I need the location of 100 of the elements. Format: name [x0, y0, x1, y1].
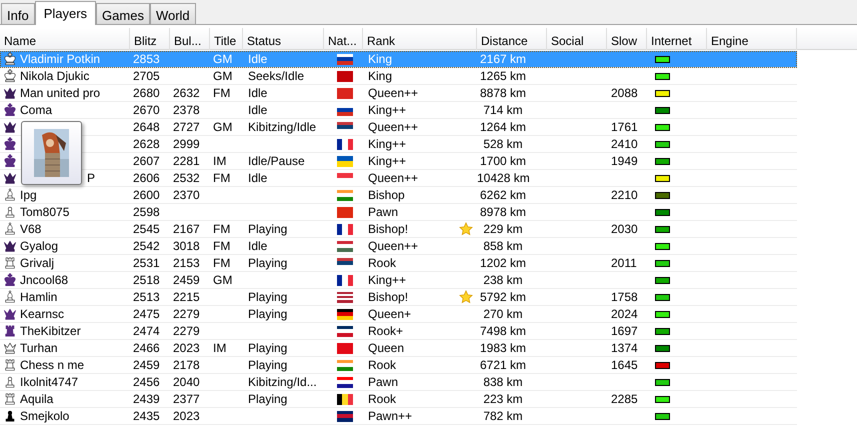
- distance: 1983 km: [480, 341, 526, 355]
- distance: 8978 km: [480, 205, 526, 219]
- distance: 1202 km: [480, 256, 526, 270]
- blitz-rating: 2474: [133, 324, 160, 338]
- player-row[interactable]: Hamlin 2513 2215 Playing Bishop! 5792 km 1758: [0, 289, 797, 306]
- player-name: Grivalj: [20, 256, 54, 270]
- column-header[interactable]: Social: [547, 28, 607, 50]
- column-header[interactable]: Slow: [607, 28, 647, 50]
- player-name: Aquila: [20, 392, 54, 406]
- distance: 270 km: [483, 307, 523, 321]
- player-status: Playing: [248, 307, 288, 321]
- tab[interactable]: Games: [96, 3, 150, 24]
- column-header[interactable]: Blitz: [130, 28, 170, 50]
- player-rank: King++: [368, 137, 406, 151]
- player-row[interactable]: Kearnsc 2475 2279 Playing Queen+ 270 km 2024: [0, 306, 797, 323]
- slow-rating: 1761: [611, 120, 638, 134]
- blitz-rating: 2439: [133, 392, 160, 406]
- player-row[interactable]: Gyalog 2542 3018 FM Idle Queen++ 858 km: [0, 238, 797, 255]
- player-row[interactable]: Ipg 2600 2370 Bishop 6262 km 2210: [0, 187, 797, 204]
- player-row[interactable]: Coma 2670 2378 Idle King++ 714 km: [0, 102, 797, 119]
- slow-rating: 1758: [611, 290, 638, 304]
- blitz-rating: 2670: [133, 103, 160, 117]
- player-name: Vladimir Potkin: [20, 52, 100, 66]
- player-row[interactable]: Turhan 2466 2023 IM Playing Queen 1983 km 1374: [0, 340, 797, 357]
- bullet-rating: 2023: [173, 409, 200, 423]
- slow-rating: 1374: [611, 341, 638, 355]
- player-name: Tom8075: [20, 205, 70, 219]
- player-status: Idle: [248, 86, 268, 100]
- column-header[interactable]: Internet: [647, 28, 707, 50]
- player-status: Idle: [248, 239, 268, 253]
- flag-icon: [337, 410, 353, 422]
- player-row[interactable]: Nikola Djukic 2705 GM Seeks/Idle King 1265 km: [0, 68, 797, 85]
- bullet-rating: 2377: [173, 392, 200, 406]
- bullet-rating: 2632: [173, 86, 200, 100]
- column-header[interactable]: Nat...: [324, 28, 363, 50]
- distance: 1265 km: [480, 69, 526, 83]
- player-name: Smejkolo: [20, 409, 70, 423]
- player-row[interactable]: Aquila 2439 2377 Playing Rook 223 km 2285: [0, 391, 797, 408]
- player-title: FM: [213, 222, 230, 236]
- column-header[interactable]: Name: [0, 28, 130, 50]
- player-row[interactable]: Jncool68 2518 2459 GM King++ 238 km: [0, 272, 797, 289]
- column-header[interactable]: Distance: [477, 28, 547, 50]
- player-name: Hamlin: [20, 290, 58, 304]
- player-rank: King: [368, 52, 392, 66]
- tab[interactable]: Info: [1, 3, 35, 24]
- blitz-rating: 2607: [133, 154, 160, 168]
- player-row[interactable]: TheKibitzer 2474 2279 Rook+ 7498 km 1697: [0, 323, 797, 340]
- blitz-rating: 2648: [133, 120, 160, 134]
- flag-icon: [337, 376, 353, 388]
- player-row[interactable]: Grivalj 2531 2153 FM Playing Rook 1202 km 2011: [0, 255, 797, 272]
- player-name: Coma: [20, 103, 52, 117]
- player-status: Idle/Pause: [248, 154, 305, 168]
- column-header[interactable]: Status: [243, 28, 324, 50]
- blitz-rating: 2459: [133, 358, 160, 372]
- player-rank: King++: [368, 273, 406, 287]
- player-rank: Rook: [368, 358, 396, 372]
- flag-icon: [337, 156, 353, 166]
- column-header[interactable]: Rank: [363, 28, 477, 50]
- player-row[interactable]: V68 2545 2167 FM Playing Bishop! 229 km 2030: [0, 221, 797, 238]
- flag-icon: [337, 292, 353, 302]
- distance: 7498 km: [480, 324, 526, 338]
- player-name: Man united pro: [20, 86, 100, 100]
- tab[interactable]: Players: [34, 1, 96, 25]
- player-row[interactable]: Tom8075 2598 Pawn 8978 km: [0, 204, 797, 221]
- flag-icon: [337, 54, 353, 64]
- blitz-rating: 2598: [133, 205, 160, 219]
- player-row[interactable]: Smejkolo 2435 2023 Pawn++ 782 km: [0, 408, 797, 425]
- flag-icon: [337, 190, 353, 200]
- bullet-rating: 2370: [173, 188, 200, 202]
- bullet-rating: 2178: [173, 358, 200, 372]
- slow-rating: 2210: [611, 188, 638, 202]
- blitz-rating: 2853: [133, 52, 160, 66]
- blitz-rating: 2600: [133, 188, 160, 202]
- player-row[interactable]: Man united pro 2680 2632 FM Idle Queen++ 8878 km 2088: [0, 85, 797, 102]
- player-status: Playing: [248, 358, 288, 372]
- player-name: Kearnsc: [20, 307, 64, 321]
- player-status: Idle: [248, 52, 268, 66]
- player-row[interactable]: Ikolnit4747 2456 2040 Kibitzing/Id... Pawn 838 km: [0, 374, 797, 391]
- player-rank: Rook: [368, 392, 396, 406]
- distance: 6262 km: [480, 188, 526, 202]
- player-row[interactable]: Chess n me 2459 2178 Playing Rook 6721 km 1645: [0, 357, 797, 374]
- flag-icon: [337, 326, 353, 336]
- player-title: IM: [213, 341, 226, 355]
- distance: 1700 km: [480, 154, 526, 168]
- player-status: Kibitzing/Id...: [248, 375, 317, 389]
- flag-icon: [337, 394, 353, 404]
- column-header[interactable]: Engine: [707, 28, 797, 50]
- player-rank: Bishop!: [368, 222, 408, 236]
- player-title: GM: [213, 273, 232, 287]
- bullet-rating: 2459: [173, 273, 200, 287]
- distance: 2167 km: [480, 52, 526, 66]
- distance: 223 km: [483, 392, 523, 406]
- bullet-rating: 2153: [173, 256, 200, 270]
- column-header[interactable]: Bul...: [170, 28, 210, 50]
- column-header[interactable]: Title: [210, 28, 243, 50]
- bullet-rating: 2215: [173, 290, 200, 304]
- tab[interactable]: World: [150, 3, 196, 24]
- player-rank: King++: [368, 154, 406, 168]
- distance: 528 km: [483, 137, 523, 151]
- flag-icon: [337, 224, 353, 234]
